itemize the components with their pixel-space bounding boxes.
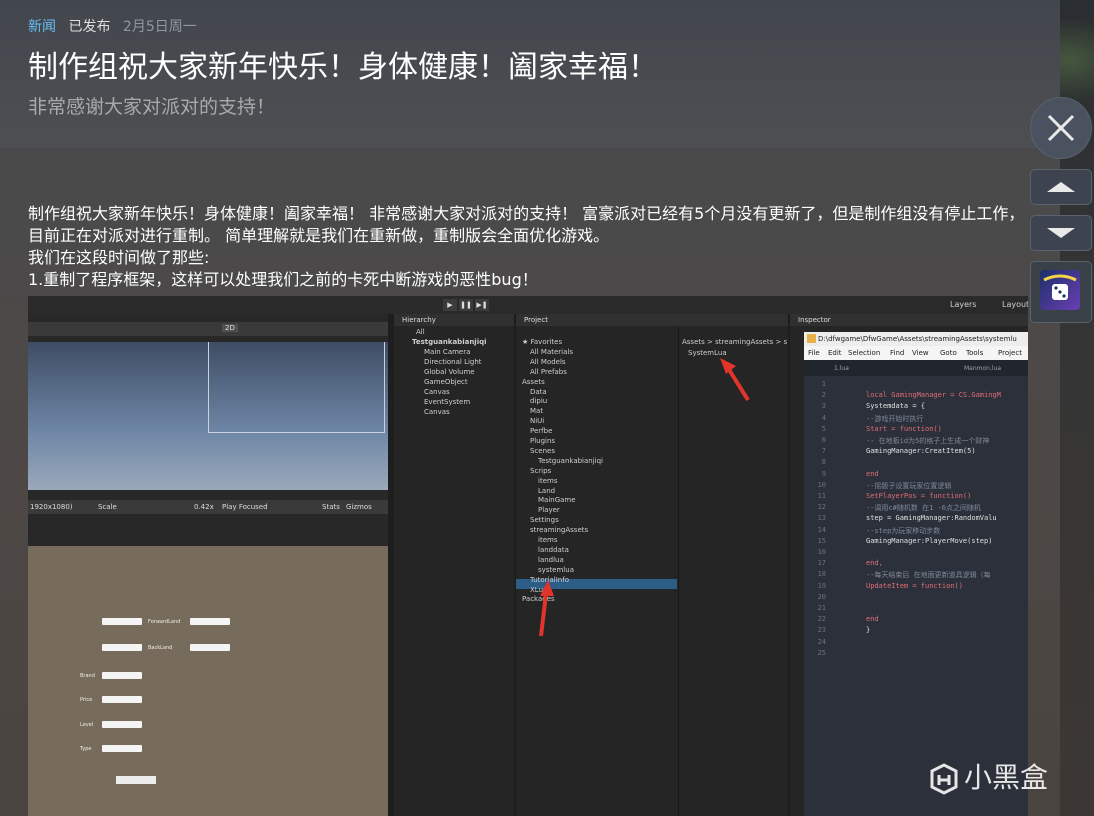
game-app-button[interactable] xyxy=(1030,261,1092,323)
chevron-up-icon xyxy=(1047,182,1075,192)
post-image: ▶ ❚❚ ▶❚ Layers Layout 2D 1920x1080) Scal… xyxy=(28,296,1028,816)
game-app-icon xyxy=(1040,270,1080,310)
post-header: 新闻 已发布 2月5日周一 制作组祝大家新年快乐！身体健康！阖家幸福！ 非常感谢… xyxy=(0,0,1060,148)
red-arrow xyxy=(720,358,750,402)
previous-post-button[interactable] xyxy=(1030,169,1092,205)
body-paragraph: 1.重制了程序框架，这样可以处理我们之前的卡死中断游戏的恶性bug！ xyxy=(28,270,538,289)
next-post-button[interactable] xyxy=(1030,215,1092,251)
chevron-down-icon xyxy=(1047,228,1075,238)
post-subtitle: 非常感谢大家对派对的支持！ xyxy=(28,96,276,118)
close-icon xyxy=(1047,114,1075,142)
post-tag[interactable]: 新闻 xyxy=(28,19,56,35)
watermark: 小黑盒 xyxy=(928,756,1048,796)
news-panel: 新闻 已发布 2月5日周一 制作组祝大家新年快乐！身体健康！阖家幸福！ 非常感谢… xyxy=(0,0,1060,816)
annotation-arrows xyxy=(539,358,750,637)
body-paragraph: 制作组祝大家新年快乐！身体健康！阖家幸福！ 非常感谢大家对派对的支持！ 富豪派对… xyxy=(28,204,1025,245)
post-status: 已发布 xyxy=(68,19,111,35)
heybox-logo-icon xyxy=(930,763,958,795)
post-body: 制作组祝大家新年快乐！身体健康！阖家幸福！ 非常感谢大家对派对的支持！ 富豪派对… xyxy=(28,203,1028,291)
close-button[interactable] xyxy=(1030,97,1092,159)
post-title: 制作组祝大家新年快乐！身体健康！阖家幸福！ xyxy=(28,50,658,85)
post-meta: 新闻 已发布 2月5日周一 xyxy=(28,16,197,36)
body-paragraph: 我们在这段时间做了那些: xyxy=(28,248,210,267)
red-arrow xyxy=(539,580,554,637)
watermark-text: 小黑盒 xyxy=(964,761,1049,794)
post-date: 2月5日周一 xyxy=(122,19,197,35)
